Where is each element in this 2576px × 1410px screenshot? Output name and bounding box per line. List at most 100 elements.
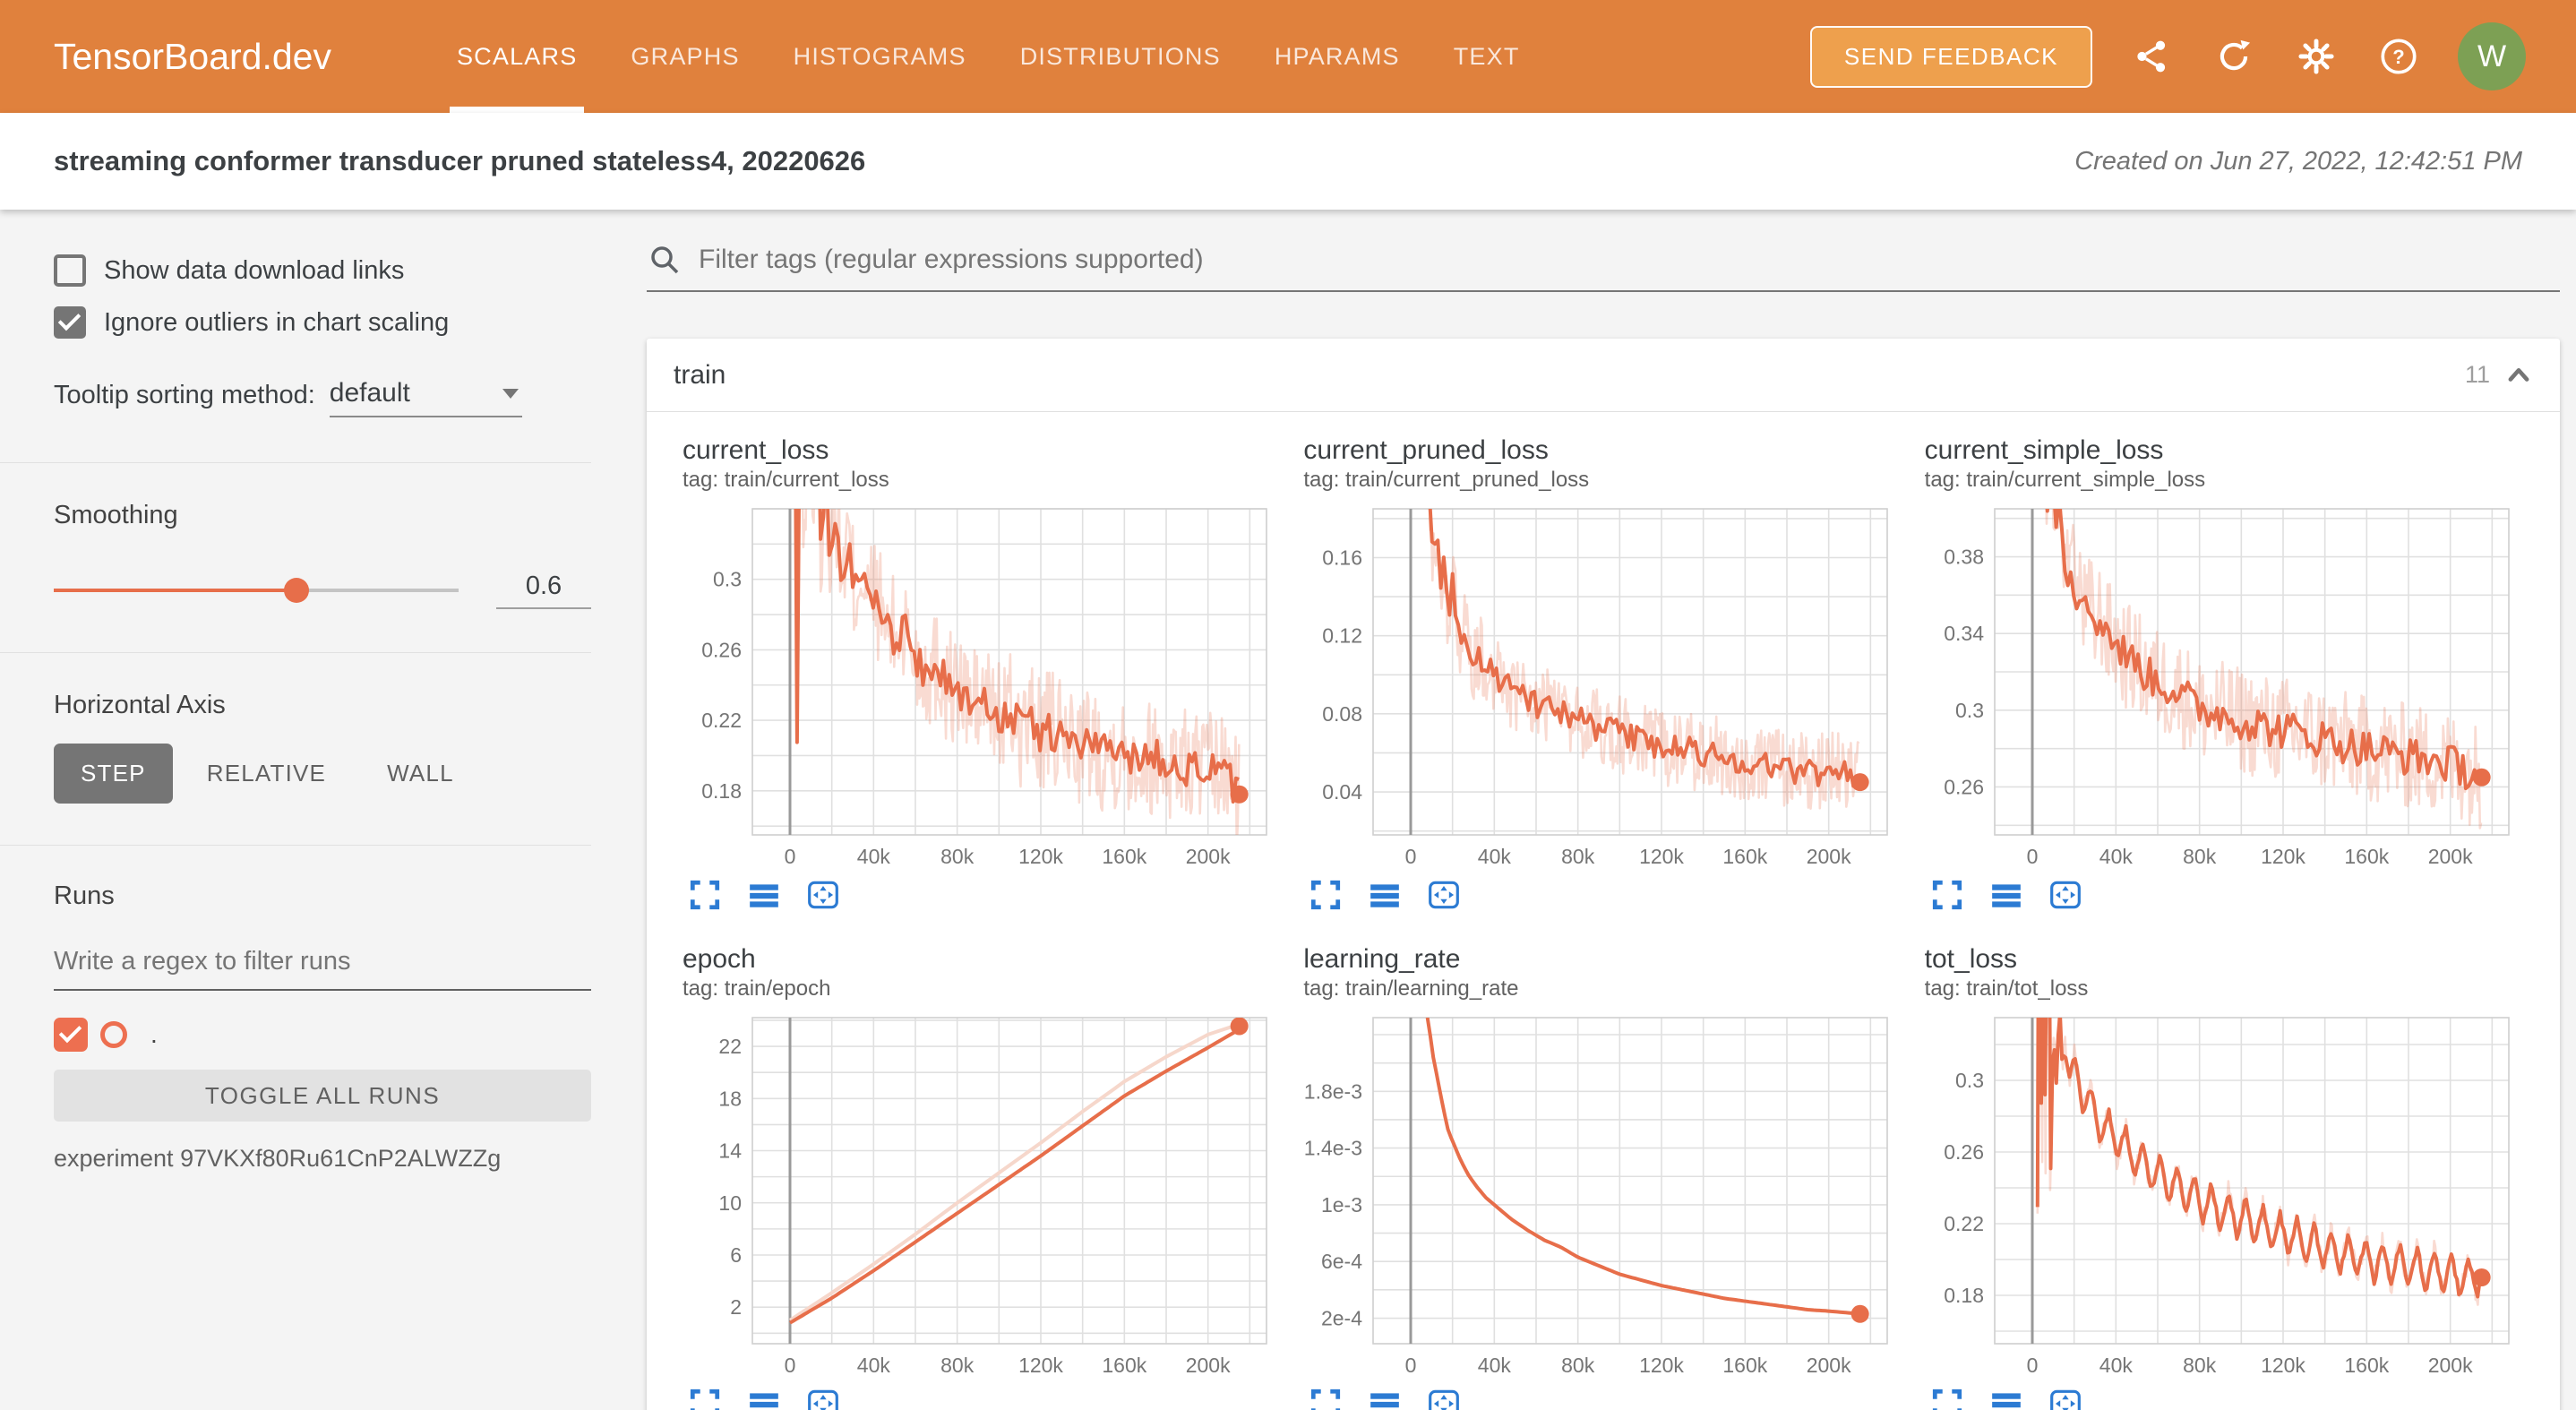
settings-gear-icon[interactable] <box>2293 33 2340 80</box>
tensorboard-app: TensorBoard.dev SCALARSGRAPHSHISTOGRAMSD… <box>0 0 2576 1410</box>
svg-text:200k: 200k <box>1807 845 1851 868</box>
chart-toolbar <box>683 878 1282 912</box>
axis-option-relative[interactable]: RELATIVE <box>180 744 353 804</box>
chart-toolbar <box>1303 1387 1902 1410</box>
log-scale-icon[interactable] <box>747 1387 781 1410</box>
expand-fullscreen-icon[interactable] <box>1930 1387 1964 1410</box>
svg-text:0.38: 0.38 <box>1944 546 1984 569</box>
svg-text:80k: 80k <box>1561 845 1595 868</box>
smoothing-slider[interactable] <box>54 589 459 592</box>
settings-sidebar: Show data download links Ignore outliers… <box>0 210 647 1410</box>
tab-scalars[interactable]: SCALARS <box>430 0 604 113</box>
help-icon[interactable]: ? <box>2375 33 2422 80</box>
tag-filter-input[interactable] <box>697 244 2560 276</box>
svg-text:0: 0 <box>785 1354 796 1377</box>
experiment-header: streaming conformer transducer pruned st… <box>0 113 2576 210</box>
svg-text:0.18: 0.18 <box>701 779 742 803</box>
svg-text:80k: 80k <box>1561 1354 1595 1377</box>
run-checkbox[interactable] <box>54 1018 88 1052</box>
svg-text:200k: 200k <box>1186 1354 1231 1377</box>
tooltip-sorting-label: Tooltip sorting method: <box>54 381 315 417</box>
chart-title: epoch <box>683 944 1282 976</box>
axis-option-step[interactable]: STEP <box>54 744 173 804</box>
chevron-up-icon <box>2504 361 2533 390</box>
svg-text:120k: 120k <box>1639 845 1684 868</box>
svg-text:120k: 120k <box>2261 1354 2306 1377</box>
svg-text:0.08: 0.08 <box>1323 702 1363 726</box>
tab-histograms[interactable]: HISTOGRAMS <box>767 0 993 113</box>
line-chart[interactable]: 2e-46e-41e-31.4e-31.8e-3040k80k120k160k2… <box>1303 1010 1894 1381</box>
toggle-all-runs-button[interactable]: TOGGLE ALL RUNS <box>54 1070 591 1122</box>
expand-fullscreen-icon[interactable] <box>1930 878 1964 912</box>
runs-filter-input[interactable] <box>54 941 591 991</box>
chart-title: current_simple_loss <box>1925 435 2524 468</box>
line-chart[interactable]: 0.260.30.340.38040k80k120k160k200k <box>1925 502 2516 873</box>
section-collapse-control[interactable]: 11 <box>2465 361 2533 390</box>
fit-domain-icon[interactable] <box>2048 878 2082 912</box>
sidebar-divider <box>0 462 591 463</box>
svg-text:0.26: 0.26 <box>1944 1140 1984 1164</box>
svg-text:6: 6 <box>730 1243 742 1267</box>
svg-text:0.18: 0.18 <box>1944 1284 1984 1307</box>
chart-title: tot_loss <box>1925 944 2524 976</box>
run-name: . <box>150 1020 158 1049</box>
chart-title: current_pruned_loss <box>1303 435 1902 468</box>
refresh-icon[interactable] <box>2211 33 2257 80</box>
line-chart[interactable]: 0.040.080.120.16040k80k120k160k200k <box>1303 502 1894 873</box>
expand-fullscreen-icon[interactable] <box>1309 878 1343 912</box>
fit-domain-icon[interactable] <box>1427 1387 1461 1410</box>
fit-domain-icon[interactable] <box>806 1387 840 1410</box>
send-feedback-button[interactable]: SEND FEEDBACK <box>1810 26 2092 88</box>
log-scale-icon[interactable] <box>1368 1387 1402 1410</box>
experiment-id: experiment 97VKXf80Ru61CnP2ALWZZg <box>54 1145 591 1173</box>
sidebar-divider <box>0 845 591 846</box>
show-download-links-label: Show data download links <box>104 256 404 286</box>
svg-text:0.3: 0.3 <box>1955 699 1984 722</box>
ignore-outliers-checkbox[interactable] <box>54 306 86 339</box>
smoothing-slider-thumb[interactable] <box>284 578 309 603</box>
line-chart[interactable]: 0.180.220.260.3040k80k120k160k200k <box>1925 1010 2516 1381</box>
tab-graphs[interactable]: GRAPHS <box>604 0 766 113</box>
chart-toolbar <box>1925 878 2524 912</box>
tab-hparams[interactable]: HPARAMS <box>1248 0 1427 113</box>
svg-text:120k: 120k <box>1639 1354 1684 1377</box>
svg-text:22: 22 <box>718 1035 742 1058</box>
horizontal-axis-options: STEPRELATIVEWALL <box>54 744 591 804</box>
fit-domain-icon[interactable] <box>806 878 840 912</box>
log-scale-icon[interactable] <box>1989 1387 2023 1410</box>
runs-label: Runs <box>54 881 591 911</box>
search-icon <box>647 242 683 278</box>
smoothing-slider-fill <box>54 589 296 592</box>
show-download-links-checkbox[interactable] <box>54 254 86 287</box>
train-section-header[interactable]: train 11 <box>647 339 2560 411</box>
line-chart[interactable]: 0.180.220.260.3040k80k120k160k200k <box>683 502 1274 873</box>
svg-text:80k: 80k <box>940 845 975 868</box>
chart-tag: tag: train/tot_loss <box>1925 976 2524 1002</box>
fit-domain-icon[interactable] <box>1427 878 1461 912</box>
axis-option-wall[interactable]: WALL <box>360 744 481 804</box>
app-logo: TensorBoard.dev <box>54 0 331 113</box>
expand-fullscreen-icon[interactable] <box>688 1387 722 1410</box>
line-chart[interactable]: 2610141822040k80k120k160k200k <box>683 1010 1274 1381</box>
chart-tag: tag: train/epoch <box>683 976 1282 1002</box>
log-scale-icon[interactable] <box>1368 878 1402 912</box>
smoothing-label: Smoothing <box>54 501 591 530</box>
expand-fullscreen-icon[interactable] <box>688 878 722 912</box>
svg-text:120k: 120k <box>1018 1354 1063 1377</box>
fit-domain-icon[interactable] <box>2048 1387 2082 1410</box>
svg-text:0.34: 0.34 <box>1944 622 1984 645</box>
tab-text[interactable]: TEXT <box>1427 0 1547 113</box>
smoothing-value[interactable]: 0.6 <box>496 572 591 609</box>
svg-text:160k: 160k <box>1723 1354 1768 1377</box>
user-avatar[interactable]: W <box>2458 22 2526 90</box>
share-icon[interactable] <box>2128 33 2175 80</box>
tab-distributions[interactable]: DISTRIBUTIONS <box>993 0 1248 113</box>
log-scale-icon[interactable] <box>1989 878 2023 912</box>
tooltip-sorting-select[interactable]: default <box>330 378 522 417</box>
tag-filter-row <box>647 242 2560 292</box>
svg-text:0: 0 <box>1405 1354 1417 1377</box>
svg-text:80k: 80k <box>2183 845 2217 868</box>
log-scale-icon[interactable] <box>747 878 781 912</box>
expand-fullscreen-icon[interactable] <box>1309 1387 1343 1410</box>
svg-text:160k: 160k <box>1102 845 1146 868</box>
